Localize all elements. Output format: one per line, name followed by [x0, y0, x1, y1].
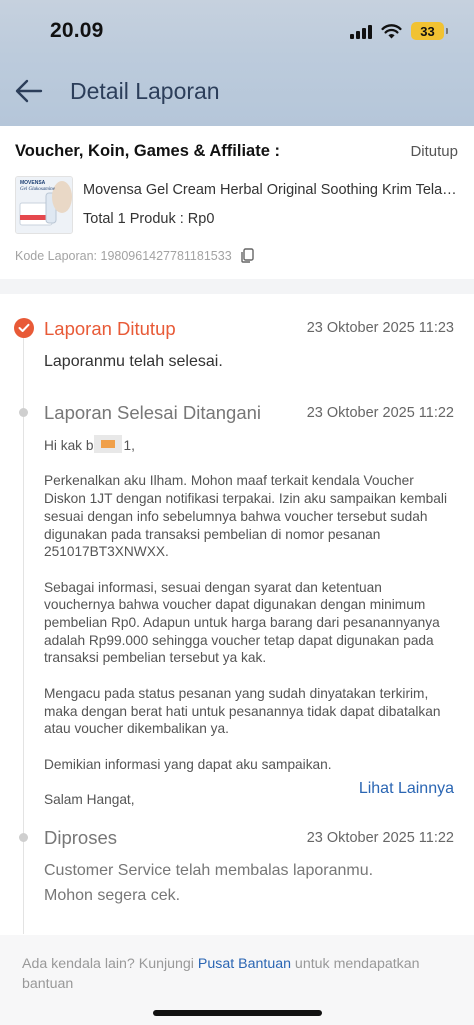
report-code: Kode Laporan: 1980961427781181533 [15, 248, 254, 263]
message-paragraph: Sebagai informasi, sesuai dengan syarat … [44, 579, 440, 666]
product-total: Total 1 Produk : Rp0 [83, 211, 215, 227]
report-timeline: Laporan Ditutup 23 Oktober 2025 11:23 La… [0, 294, 474, 935]
help-text-prefix: Ada kendala lain? Kunjungi [22, 956, 198, 972]
report-status: Ditutup [410, 143, 458, 160]
app-header: 20.09 33 Detail Laporan [0, 0, 474, 126]
help-center-link[interactable]: Pusat Bantuan [198, 956, 291, 972]
greeting-suffix: 1, [123, 438, 135, 453]
event-closed-body: Laporanmu telah selesai. [44, 353, 223, 370]
status-icons: 33 [350, 20, 448, 42]
event-processed-body-2: Mohon segera cek. [44, 887, 181, 904]
help-footer: Ada kendala lain? Kunjungi Pusat Bantuan… [0, 935, 474, 1025]
wifi-icon [381, 24, 402, 39]
message-paragraph: Mengacu pada status pesanan yang sudah d… [44, 685, 441, 737]
timeline-line [23, 334, 24, 934]
greeting-prefix: Hi kak b [44, 438, 94, 453]
check-circle-icon [14, 318, 34, 338]
status-time: 20.09 [50, 19, 104, 42]
battery-level: 33 [420, 23, 435, 39]
event-resolved-time: 23 Oktober 2025 11:22 [306, 405, 454, 421]
home-indicator [153, 1010, 322, 1016]
message-paragraph: Perkenalkan aku Ilham. Mohon maaf terkai… [44, 473, 447, 560]
message-greeting: Hi kak b 1, [44, 435, 456, 455]
copy-icon[interactable] [240, 248, 254, 263]
battery-icon: 33 [411, 22, 448, 40]
event-processed-body-1: Customer Service telah membalas laporanm… [44, 862, 374, 879]
event-processed-time: 23 Oktober 2025 11:22 [306, 830, 454, 846]
signal-icon [350, 23, 372, 39]
product-thumbnail: MOVENSA Gel Glukosamine [15, 176, 73, 234]
see-more-link[interactable]: Lihat Lainnya [359, 780, 454, 798]
timeline-dot [19, 833, 28, 842]
product-card[interactable]: Voucher, Koin, Games & Affiliate : Ditut… [0, 126, 474, 279]
help-text: Ada kendala lain? Kunjungi Pusat Bantuan… [22, 954, 452, 994]
message-paragraph: Demikian informasi yang dapat aku sampai… [44, 756, 332, 772]
thumb-subtitle: Gel Glukosamine [20, 187, 55, 192]
back-button[interactable] [14, 76, 46, 106]
redacted-name [94, 435, 123, 453]
timeline-dot [19, 408, 28, 417]
product-name: Movensa Gel Cream Herbal Original Soothi… [83, 182, 457, 198]
arrow-left-icon [15, 79, 43, 103]
report-category: Voucher, Koin, Games & Affiliate : [15, 142, 280, 160]
agent-message: Hi kak b 1, Perkenalkan aku Ilham. Mohon … [44, 435, 456, 826]
event-closed-title: Laporan Ditutup [44, 318, 176, 339]
event-processed-title: Diproses [44, 827, 117, 848]
report-code-text: Kode Laporan: 1980961427781181533 [15, 248, 232, 263]
event-closed-time: 23 Oktober 2025 11:23 [306, 320, 454, 336]
thumb-brand: MOVENSA [20, 180, 46, 186]
page-title: Detail Laporan [70, 78, 220, 104]
event-resolved-title: Laporan Selesai Ditangani [44, 402, 262, 423]
